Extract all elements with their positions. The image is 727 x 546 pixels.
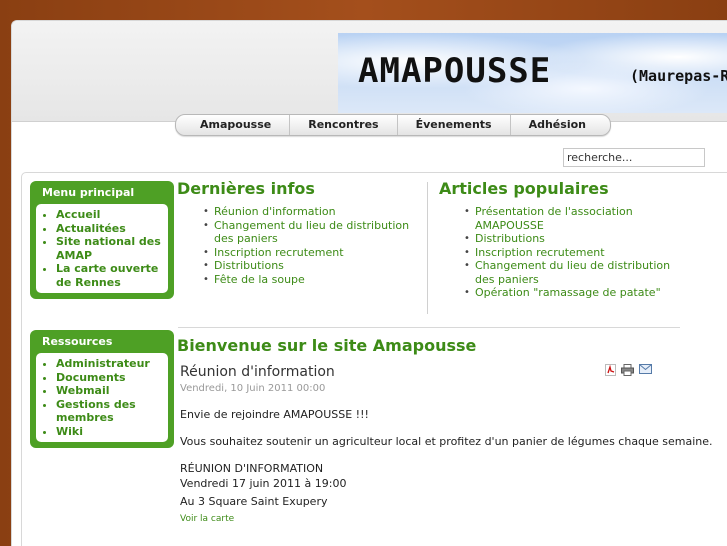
article-paragraph-3: RÉUNION D'INFORMATION bbox=[180, 462, 324, 475]
header: AMAPOUSSE (Maurepas-R bbox=[12, 21, 727, 122]
populaires-item[interactable]: Inscription recrutement bbox=[464, 246, 685, 260]
menu-principal-module: Menu principal Accueil Actualitées Site … bbox=[30, 181, 174, 299]
search-input[interactable] bbox=[563, 148, 705, 167]
populaires-item[interactable]: Distributions bbox=[464, 232, 685, 246]
ressource-documents[interactable]: Documents bbox=[56, 371, 164, 385]
column-divider bbox=[427, 182, 428, 314]
welcome-heading: Bienvenue sur le site Amapousse bbox=[177, 336, 477, 355]
dernieres-item[interactable]: Distributions bbox=[203, 259, 414, 273]
nav-evenements[interactable]: Évenements bbox=[398, 115, 511, 135]
nav-rencontres[interactable]: Rencontres bbox=[290, 115, 398, 135]
page: AMAPOUSSE (Maurepas-R Amapousse Rencontr… bbox=[11, 20, 727, 546]
article-date: Vendredi, 10 Juin 2011 00:00 bbox=[180, 383, 326, 394]
banner: AMAPOUSSE (Maurepas-R bbox=[338, 33, 727, 113]
populaires-item[interactable]: Présentation de l'association AMAPOUSSE bbox=[464, 205, 685, 232]
ressource-webmail[interactable]: Webmail bbox=[56, 384, 164, 398]
article-paragraph-5: Au 3 Square Saint Exupery bbox=[180, 495, 328, 508]
menu-principal-body: Accueil Actualitées Site national des AM… bbox=[36, 204, 168, 293]
dernieres-item[interactable]: Réunion d'information bbox=[203, 205, 414, 219]
articles-populaires-title: Articles populaires bbox=[439, 179, 609, 198]
article-actions bbox=[605, 364, 652, 376]
articles-populaires-list: Présentation de l'association AMAPOUSSE … bbox=[464, 205, 685, 300]
menu-principal-title: Menu principal bbox=[42, 186, 135, 199]
menu-item-accueil[interactable]: Accueil bbox=[56, 208, 164, 222]
populaires-item[interactable]: Opération "ramassage de patate" bbox=[464, 286, 685, 300]
dernieres-item[interactable]: Inscription recrutement bbox=[203, 246, 414, 260]
menu-item-site-national[interactable]: Site national des AMAP bbox=[56, 235, 164, 262]
main-nav: Amapousse Rencontres Évenements Adhésion bbox=[175, 114, 611, 136]
article-paragraph-4: Vendredi 17 juin 2011 à 19:00 bbox=[180, 477, 347, 490]
ressource-administrateur[interactable]: Administrateur bbox=[56, 357, 164, 371]
ressource-wiki[interactable]: Wiki bbox=[56, 425, 164, 439]
nav-adhesion[interactable]: Adhésion bbox=[511, 115, 604, 135]
email-icon[interactable] bbox=[639, 364, 652, 374]
dernieres-infos-title: Dernières infos bbox=[177, 179, 315, 198]
nav-amapousse[interactable]: Amapousse bbox=[182, 115, 291, 135]
ressources-body: Administrateur Documents Webmail Gestion… bbox=[36, 353, 168, 442]
populaires-item[interactable]: Changement du lieu de distribution des p… bbox=[464, 259, 685, 286]
site-logo-subtitle: (Maurepas-R bbox=[630, 67, 727, 85]
menu-item-carte-rennes[interactable]: La carte ouverte de Rennes bbox=[56, 262, 164, 289]
ressource-gestions-membres[interactable]: Gestions des membres bbox=[56, 398, 164, 425]
pdf-icon[interactable] bbox=[605, 364, 616, 376]
ressources-title: Ressources bbox=[42, 335, 113, 348]
article-paragraph-1: Envie de rejoindre AMAPOUSSE !!! bbox=[180, 408, 369, 421]
ressources-module: Ressources Administrateur Documents Webm… bbox=[30, 330, 174, 448]
map-link[interactable]: Voir la carte bbox=[180, 514, 234, 524]
print-icon[interactable] bbox=[621, 364, 634, 376]
site-logo-title: AMAPOUSSE bbox=[358, 51, 552, 91]
article-title[interactable]: Réunion d'information bbox=[180, 364, 335, 380]
dernieres-infos-list: Réunion d'information Changement du lieu… bbox=[203, 205, 414, 287]
dernieres-item[interactable]: Changement du lieu de distribution des p… bbox=[203, 219, 414, 246]
article-paragraph-2: Vous souhaitez soutenir un agriculteur l… bbox=[180, 435, 713, 448]
section-divider bbox=[178, 327, 680, 328]
menu-item-actualitees[interactable]: Actualitées bbox=[56, 222, 164, 236]
dernieres-item[interactable]: Fête de la soupe bbox=[203, 273, 414, 287]
